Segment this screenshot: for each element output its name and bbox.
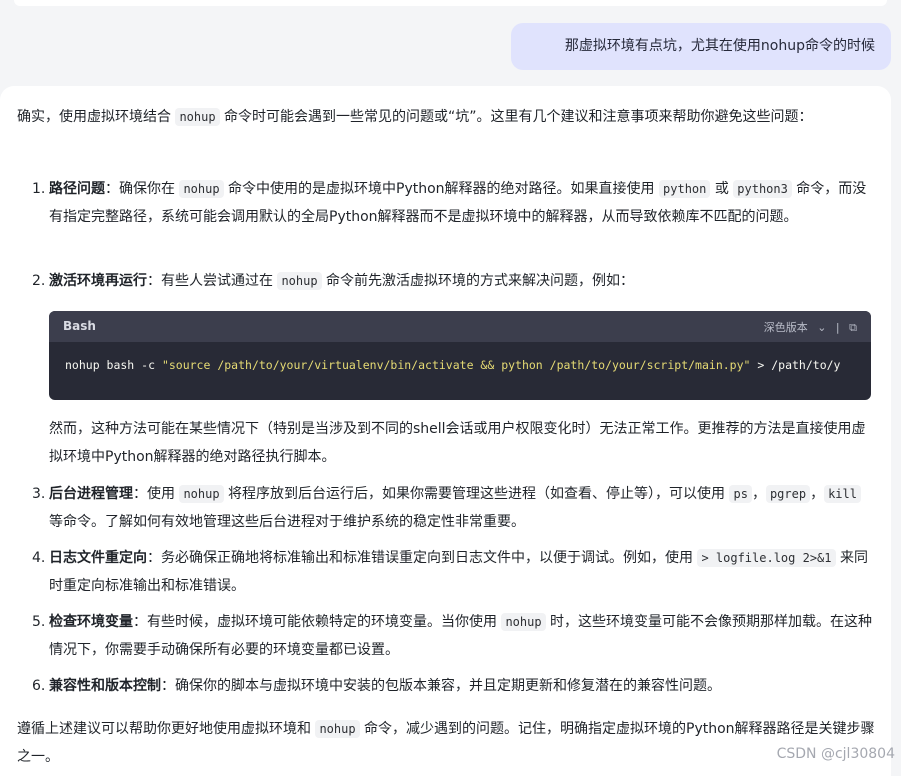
list-item-text: ：使用 [133, 486, 180, 502]
list-item-body: ：确保你在 nohup 命令中使用的是虚拟环境中Python解释器的绝对路径。如… [49, 180, 866, 225]
inline-code: python [659, 180, 711, 198]
list-item-text: ， [751, 486, 766, 502]
inline-code: python3 [733, 180, 792, 198]
conclusion-paragraph: 遵循上述建议可以帮助你更好地使用虚拟环境和 nohup 命令，减少遇到的问题。记… [17, 715, 877, 771]
list-item-title: 激活环境再运行 [49, 273, 147, 289]
chevron-down-icon: ⌄ [817, 321, 827, 334]
list-item-5: 5. 检查环境变量：有些时候，虚拟环境可能依赖特定的环境变量。当你使用 nohu… [32, 608, 874, 664]
inline-code: nohup [179, 180, 224, 198]
list-item-body: ：有些人尝试通过在 nohup 命令前先激活虚拟环境的方式来解决问题，例如： [147, 272, 635, 290]
list-item-text: ：有些时候，虚拟环境可能依赖特定的环境变量。当你使用 [133, 614, 502, 630]
list-number: 3. [32, 486, 46, 502]
list-item-title: 检查环境变量 [49, 614, 133, 630]
divider: | [835, 321, 840, 334]
code-block-header: Bash 深色版本 ⌄ | ⧉ [49, 311, 871, 342]
list-item-body: ：务必确保正确地将标准输出和标准错误重定向到日志文件中，以便于调试。例如，使用 … [49, 549, 868, 594]
code-string: "source /path/to/your/virtualenv/bin/act… [161, 358, 751, 372]
watermark: CSDN @cjl30804 [776, 746, 895, 762]
list-item-3: 3. 后台进程管理：使用 nohup 将程序放到后台运行后，如果你需要管理这些进… [32, 480, 874, 536]
list-item-text: ：有些人尝试通过在 [147, 273, 278, 289]
previous-message-edge [14, 0, 887, 6]
list-item-6: 6. 兼容性和版本控制：确保你的脚本与虚拟环境中安装的包版本兼容，并且定期更新和… [32, 672, 874, 700]
list-number: 6. [32, 678, 46, 694]
list-item-body: ：使用 nohup 将程序放到后台运行后，如果你需要管理这些进程（如查看、停止等… [49, 485, 861, 530]
list-item-title: 路径问题 [49, 181, 105, 197]
list-number: 5. [32, 614, 46, 630]
code-redirect: > /path/to/y [750, 358, 841, 372]
list-item-text: 等命令。了解如何有效地管理这些后台进程对于维护系统的稳定性非常重要。 [49, 514, 525, 530]
conclusion-text: 遵循上述建议可以帮助你更好地使用虚拟环境和 [17, 721, 316, 737]
user-message-text: 那虚拟环境有点坑，尤其在使用nohup命令的时候 [564, 38, 875, 54]
code-language-label: Bash [63, 319, 96, 333]
list-number: 1. [32, 181, 46, 197]
list-item-2: 2. 激活环境再运行：有些人尝试通过在 nohup 命令前先激活虚拟环境的方式来… [32, 267, 874, 295]
list-item-text: 将程序放到后台运行后，如果你需要管理这些进程（如查看、停止等），可以使用 [223, 486, 730, 502]
list-item-text: 命令中使用的是虚拟环境中Python解释器的绝对路径。如果直接使用 [223, 181, 660, 197]
list-item-text: ：确保你的脚本与虚拟环境中安装的包版本兼容，并且定期更新和修复潜在的兼容性问题。 [161, 678, 721, 694]
list-item-title: 后台进程管理 [49, 486, 133, 502]
code-command: nohup bash -c [65, 358, 162, 372]
code-tools: 深色版本 ⌄ | ⧉ [752, 319, 857, 335]
copy-icon[interactable]: ⧉ [849, 321, 857, 334]
list-item-text: 命令前先激活虚拟环境的方式来解决问题，例如： [321, 273, 635, 289]
inline-code: nohup [277, 272, 322, 290]
inline-code: pgrep [765, 485, 811, 503]
inline-code: > logfile.log 2>&1 [697, 549, 836, 567]
code-content: nohup bash -c "source /path/to/your/virt… [65, 358, 840, 372]
theme-label: 深色版本 [763, 321, 808, 334]
intro-paragraph: 确实，使用虚拟环境结合 nohup 命令时可能会遇到一些常见的问题或“坑”。这里… [17, 103, 877, 131]
after-code-paragraph: 然而，这种方法可能在某些情况下（特别是当涉及到不同的shell会话或用户权限变化… [49, 421, 866, 465]
list-item-body: ：有些时候，虚拟环境可能依赖特定的环境变量。当你使用 nohup 时，这些环境变… [49, 613, 872, 658]
list-item-title: 兼容性和版本控制 [49, 678, 161, 694]
list-item-body: ：确保你的脚本与虚拟环境中安装的包版本兼容，并且定期更新和修复潜在的兼容性问题。 [161, 678, 721, 694]
list-item-text: 或 [710, 181, 734, 197]
inline-code: nohup [175, 108, 220, 126]
list-item-text: ：务必确保正确地将标准输出和标准错误重定向到日志文件中，以便于调试。例如，使用 [147, 550, 698, 566]
list-item-text: ：确保你在 [105, 181, 180, 197]
theme-selector[interactable]: 深色版本 ⌄ [758, 321, 827, 334]
list-item-4: 4. 日志文件重定向：务必确保正确地将标准输出和标准错误重定向到日志文件中，以便… [32, 544, 874, 600]
inline-code: nohup [501, 613, 546, 631]
assistant-answer: 确实，使用虚拟环境结合 nohup 命令时可能会遇到一些常见的问题或“坑”。这里… [0, 86, 891, 776]
list-item-1: 1. 路径问题：确保你在 nohup 命令中使用的是虚拟环境中Python解释器… [32, 175, 874, 231]
inline-code: kill [824, 485, 861, 503]
intro-text: 确实，使用虚拟环境结合 [17, 109, 176, 125]
user-message-bubble: 那虚拟环境有点坑，尤其在使用nohup命令的时候 [511, 23, 891, 70]
list-item-title: 日志文件重定向 [49, 550, 147, 566]
inline-code: nohup [315, 720, 360, 738]
inline-code: ps [729, 485, 752, 503]
code-block: Bash 深色版本 ⌄ | ⧉ nohup bash -c "source /p… [49, 311, 871, 400]
inline-code: nohup [179, 485, 224, 503]
list-number: 2. [32, 273, 46, 289]
intro-text-rest: 命令时可能会遇到一些常见的问题或“坑”。这里有几个建议和注意事项来帮助你避免这些… [219, 109, 813, 125]
list-number: 4. [32, 550, 46, 566]
list-item-text: ， [810, 486, 825, 502]
